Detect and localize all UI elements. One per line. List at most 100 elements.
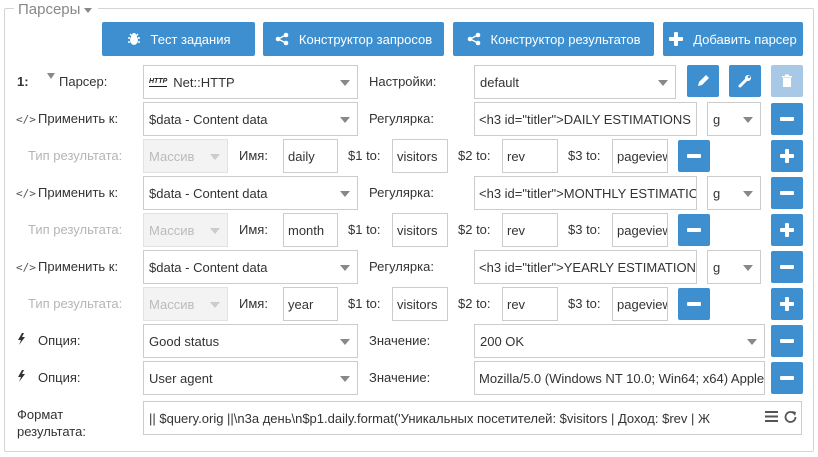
v2-input[interactable]: rev	[502, 213, 558, 247]
query-builder-button[interactable]: Конструктор запросов	[263, 22, 444, 56]
regex-input[interactable]: <h3 id="titler">DAILY ESTIMATIONS	[474, 102, 697, 136]
add-rule-button[interactable]	[771, 140, 803, 172]
test-task-button[interactable]: Тест задания	[102, 22, 255, 56]
collapse-caret-icon[interactable]	[47, 73, 55, 79]
result-format-value: || $query.orig ||\n3а день\n$p1.daily.fo…	[149, 410, 710, 426]
apply-to-label: Применить к:	[38, 259, 119, 274]
option-label: Опция:	[38, 370, 81, 385]
add-rule-button[interactable]	[771, 214, 803, 246]
remove-option-button[interactable]	[771, 362, 803, 394]
bolt-icon	[17, 333, 25, 348]
remove-result-button[interactable]	[678, 140, 710, 172]
legend-title: Парсеры	[18, 0, 81, 18]
settings-select[interactable]: default	[474, 65, 676, 99]
result-type-value: Массив	[149, 222, 195, 238]
v3-label: $3 to:	[568, 296, 601, 311]
settings-wrench-button[interactable]	[729, 65, 761, 97]
settings-select-value: default	[480, 74, 520, 90]
name-input[interactable]: year	[283, 287, 338, 321]
reset-icon[interactable]	[784, 410, 797, 423]
add-rule-button[interactable]	[771, 288, 803, 320]
regex-label: Регулярка:	[369, 185, 434, 200]
result-type-value: Массив	[149, 296, 195, 312]
name-label: Имя:	[239, 148, 268, 163]
v2-input[interactable]: rev	[502, 287, 558, 321]
delete-parser-button[interactable]	[771, 65, 803, 97]
apply-to-select[interactable]: $data - Content data	[143, 176, 358, 210]
option-label: Опция:	[38, 333, 81, 348]
result-type-label: Тип результата:	[28, 148, 123, 163]
apply-to-select[interactable]: $data - Content data	[143, 102, 358, 136]
regex-label: Регулярка:	[369, 111, 434, 126]
apply-to-select-value: $data - Content data	[149, 185, 268, 201]
result-builder-label: Конструктор результатов	[490, 31, 641, 47]
option-select-value: Good status	[149, 333, 220, 349]
result-type-label: Тип результата:	[28, 296, 123, 311]
plus-icon	[669, 32, 684, 46]
code-icon: </>	[16, 187, 36, 200]
v1-input[interactable]: visitors	[392, 139, 448, 173]
share-icon	[275, 32, 289, 46]
chevron-down-icon	[658, 80, 668, 86]
apply-to-label: Применить к:	[38, 185, 119, 200]
result-builder-button[interactable]: Конструктор результатов	[453, 22, 654, 56]
option-select[interactable]: User agent	[143, 361, 358, 395]
name-input[interactable]: daily	[283, 139, 338, 173]
remove-rule-button[interactable]	[771, 251, 803, 283]
name-label: Имя:	[239, 296, 268, 311]
remove-result-button[interactable]	[678, 288, 710, 320]
regex-flag-select[interactable]: g	[707, 250, 761, 284]
code-icon: </>	[16, 113, 36, 126]
plus-icon	[780, 223, 794, 237]
v2-input[interactable]: rev	[502, 139, 558, 173]
minus-icon	[780, 117, 794, 121]
v2-label: $2 to:	[458, 222, 491, 237]
apply-to-select-value: $data - Content data	[149, 111, 268, 127]
v1-input[interactable]: visitors	[392, 287, 448, 321]
chevron-down-icon	[210, 228, 220, 234]
regex-flag-select[interactable]: g	[707, 176, 761, 210]
v1-input[interactable]: visitors	[392, 213, 448, 247]
regex-flag-select[interactable]: g	[707, 102, 761, 136]
v3-input[interactable]: pageviews	[612, 287, 668, 321]
regex-input[interactable]: <h3 id="titler">YEARLY ESTIMATIONS	[474, 250, 697, 284]
name-input[interactable]: month	[283, 213, 338, 247]
parser-label: Парсер:	[59, 74, 108, 89]
result-type-select[interactable]: Массив	[143, 139, 228, 173]
option-value-select[interactable]: 200 OK	[474, 324, 765, 358]
regex-input[interactable]: <h3 id="titler">MONTHLY ESTIMATIONS	[474, 176, 697, 210]
menu-icon[interactable]	[765, 411, 778, 422]
minus-icon	[780, 339, 794, 343]
remove-result-button[interactable]	[678, 214, 710, 246]
option-value-input[interactable]: Mozilla/5.0 (Windows NT 10.0; Win64; x64…	[474, 361, 765, 395]
option-select[interactable]: Good status	[143, 324, 358, 358]
v3-input[interactable]: pageviews	[612, 213, 668, 247]
remove-rule-button[interactable]	[771, 177, 803, 209]
minus-icon	[780, 265, 794, 269]
remove-rule-button[interactable]	[771, 103, 803, 135]
test-task-label: Тест задания	[150, 31, 231, 47]
result-type-select[interactable]: Массив	[143, 213, 228, 247]
result-type-value: Массив	[149, 148, 195, 164]
minus-icon	[687, 228, 701, 232]
parser-select[interactable]: HTTP Net::HTTP	[143, 65, 358, 99]
apply-to-select[interactable]: $data - Content data	[143, 250, 358, 284]
format-label-2: результата:	[17, 424, 86, 439]
remove-option-button[interactable]	[771, 325, 803, 357]
regex-flag-value: g	[713, 185, 721, 201]
apply-to-select-value: $data - Content data	[149, 259, 268, 275]
v2-label: $2 to:	[458, 296, 491, 311]
parsers-legend[interactable]: Парсеры	[14, 0, 99, 18]
add-parser-button[interactable]: Добавить парсер	[663, 22, 803, 56]
v3-input[interactable]: pageviews	[612, 139, 668, 173]
edit-button[interactable]	[687, 65, 719, 97]
v1-label: $1 to:	[348, 296, 381, 311]
result-format-input[interactable]: || $query.orig ||\n3а день\n$p1.daily.fo…	[143, 401, 802, 435]
result-type-select[interactable]: Массив	[143, 287, 228, 321]
name-label: Имя:	[239, 222, 268, 237]
result-type-label: Тип результата:	[28, 222, 123, 237]
bolt-icon	[17, 370, 25, 385]
settings-label: Настройки:	[369, 74, 437, 89]
format-label: Формат	[17, 407, 64, 422]
bug-icon	[127, 33, 140, 45]
